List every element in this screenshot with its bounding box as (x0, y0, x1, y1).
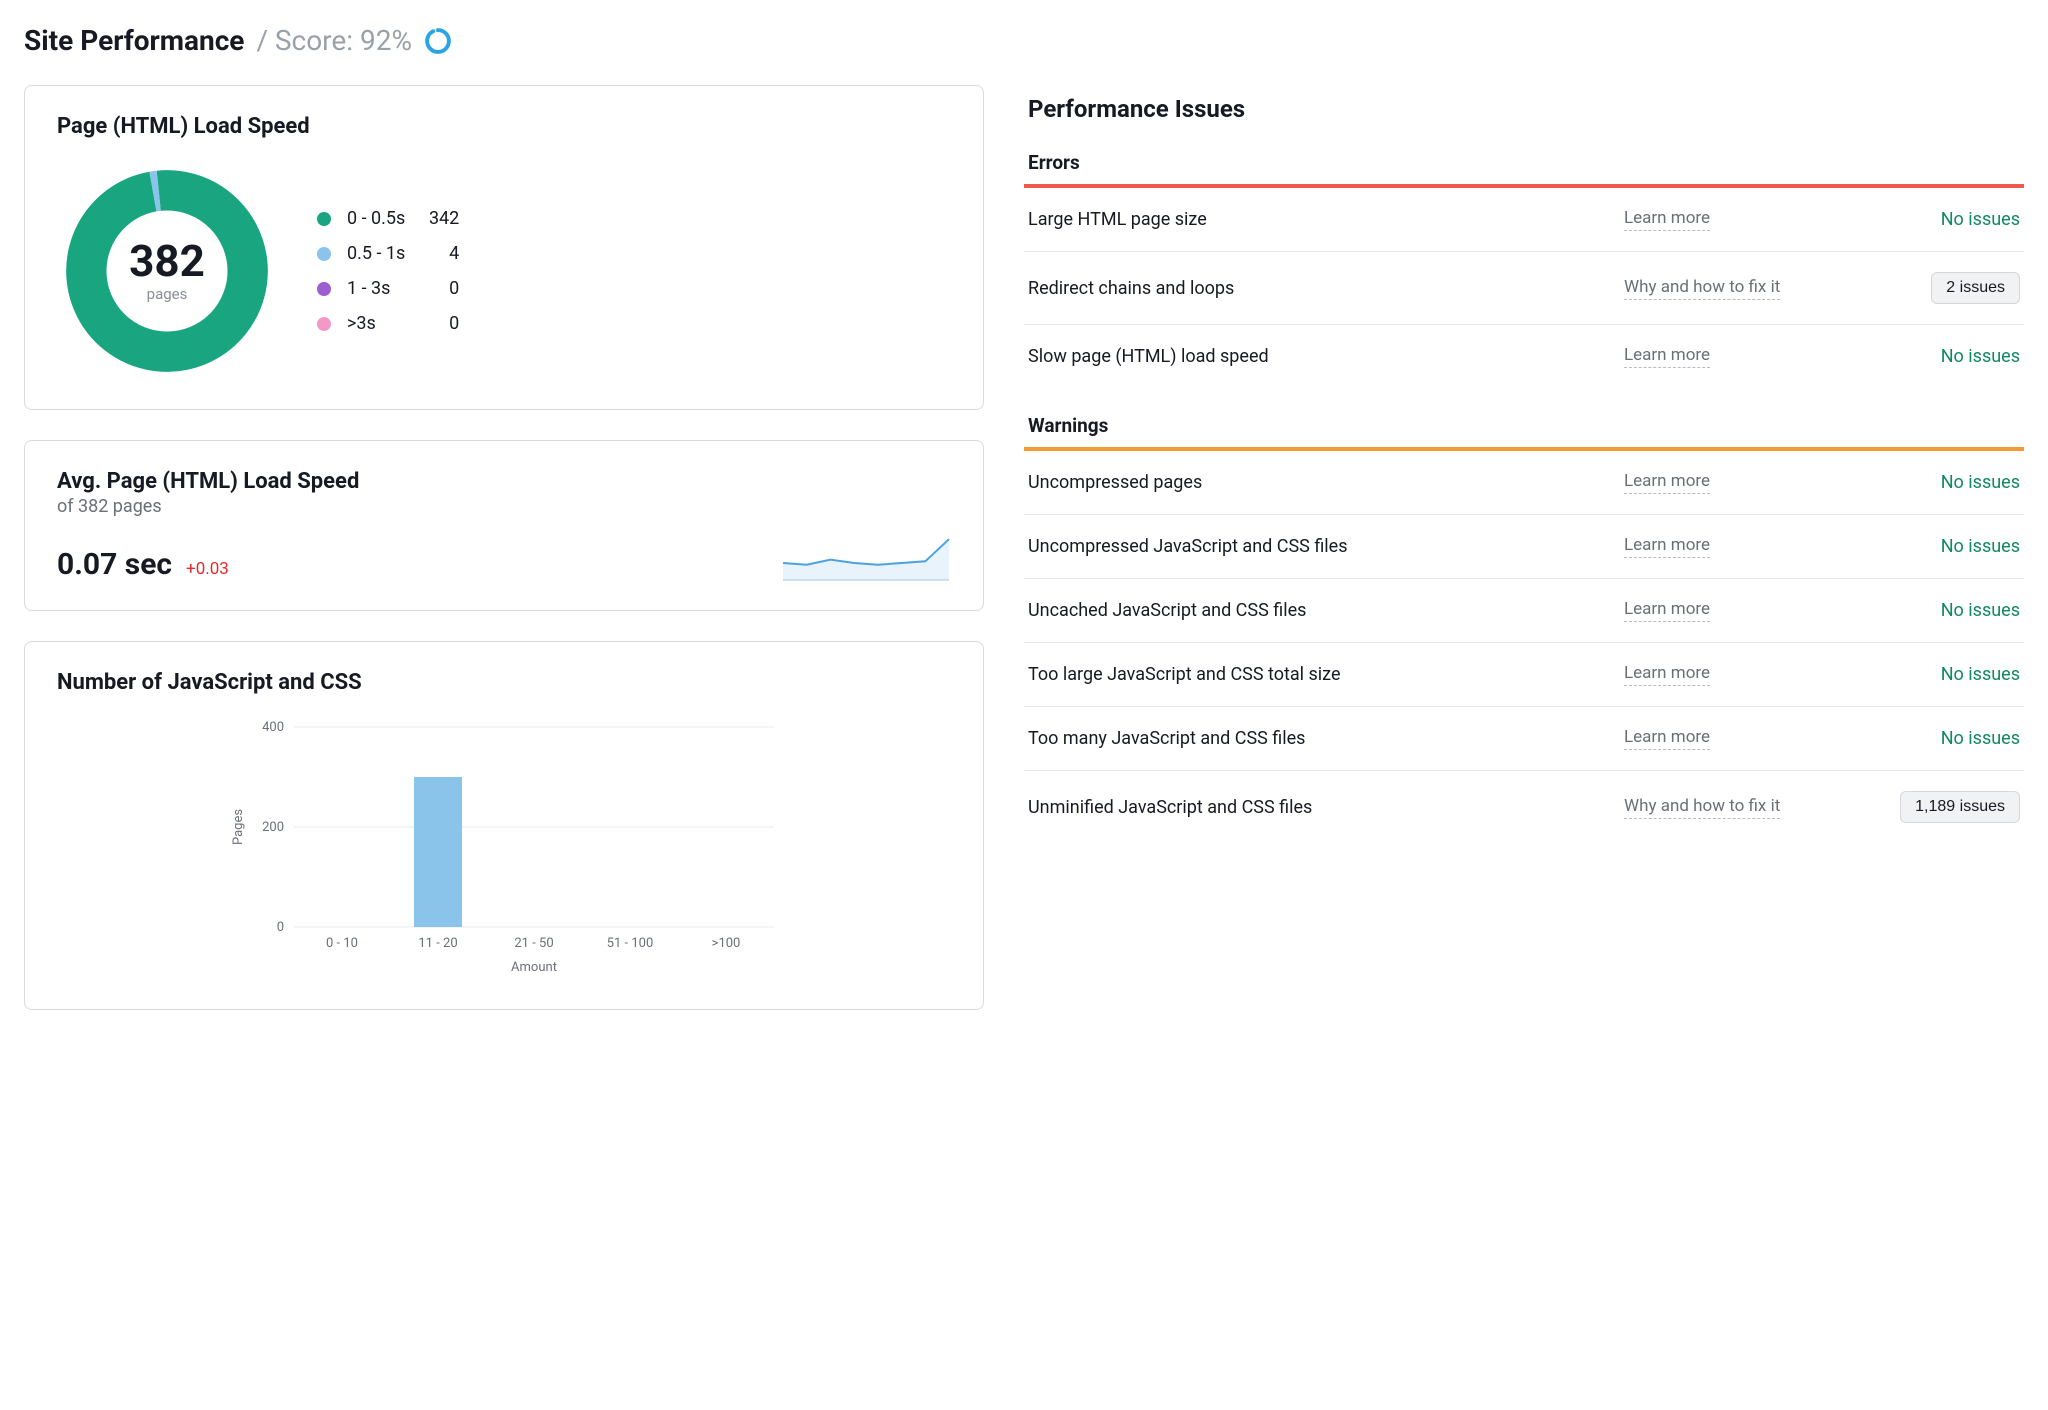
issue-status: No issues (1941, 600, 2020, 621)
issue-row: Uncompressed JavaScript and CSS files Lea… (1024, 515, 2024, 579)
legend-label: >3s (347, 313, 405, 334)
issue-learn-link[interactable]: Why and how to fix it (1624, 796, 1780, 819)
legend-dot (317, 212, 331, 226)
issue-learn-link[interactable]: Learn more (1624, 208, 1710, 231)
avg-value-wrap: 0.07 sec +0.03 (57, 547, 229, 582)
issues-section: Uncompressed pagesLearn moreNo issuesUnc… (1024, 447, 2024, 843)
issue-status: No issues (1941, 536, 2020, 557)
donut-total: 382 (129, 239, 205, 283)
avg-sparkline (781, 527, 951, 582)
svg-text:Amount: Amount (511, 960, 557, 975)
issue-status: No issues (1941, 209, 2020, 230)
issue-status: No issues (1941, 664, 2020, 685)
svg-text:>100: >100 (712, 936, 741, 951)
legend-value: 0 (419, 278, 459, 299)
svg-text:51 - 100: 51 - 100 (607, 936, 654, 951)
load-speed-legend: 0 - 0.5s 342 0.5 - 1s 4 1 - 3s 0 >3s 0 (317, 208, 459, 334)
issue-row: Too large JavaScript and CSS total size L… (1024, 643, 2024, 707)
legend-value: 4 (419, 243, 459, 264)
issue-name: Uncompressed JavaScript and CSS files (1028, 536, 1608, 557)
issues-title: Performance Issues (1028, 95, 2024, 123)
legend-dot (317, 317, 331, 331)
issue-status: 1,189 issues (1900, 791, 2020, 823)
page-title: Site Performance (24, 24, 244, 57)
issue-learn-link[interactable]: Learn more (1624, 535, 1710, 558)
svg-text:Pages: Pages (231, 809, 246, 845)
issue-name: Large HTML page size (1028, 209, 1608, 230)
issue-row: Too many JavaScript and CSS files Learn m… (1024, 707, 2024, 771)
issue-name: Redirect chains and loops (1028, 278, 1608, 299)
legend-label: 0.5 - 1s (347, 243, 405, 264)
card-jscss-title: Number of JavaScript and CSS (57, 670, 951, 695)
page-header: Site Performance / Score: 92% (24, 24, 2024, 57)
issue-status: 2 issues (1931, 272, 2020, 304)
issue-name: Unminified JavaScript and CSS files (1028, 797, 1608, 818)
score-value: 92% (360, 24, 412, 57)
card-load-speed: Page (HTML) Load Speed 382 pages 0 - 0.5… (24, 85, 984, 410)
card-avg-speed: Avg. Page (HTML) Load Speed of 382 pages… (24, 440, 984, 611)
legend-dot (317, 282, 331, 296)
issue-count-button[interactable]: 2 issues (1931, 272, 2020, 304)
issue-status: No issues (1941, 346, 2020, 367)
legend-dot (317, 247, 331, 261)
svg-text:0: 0 (277, 920, 284, 935)
jscss-barchart: 0 200 400 Pages 0 - 10 11 - 20 21 - 50 51 - 100… (57, 717, 951, 981)
issues-section-title: Warnings (1028, 414, 2024, 437)
score-text: / Score: 92% (256, 24, 412, 57)
svg-text:11 - 20: 11 - 20 (418, 936, 457, 951)
issue-row: Uncached JavaScript and CSS files Learn m… (1024, 579, 2024, 643)
issue-name: Slow page (HTML) load speed (1028, 346, 1608, 367)
issue-name: Too large JavaScript and CSS total size (1028, 664, 1608, 685)
issue-row: Uncompressed pages Learn more No issues (1024, 451, 2024, 515)
legend-label: 1 - 3s (347, 278, 405, 299)
issues-section: Large HTML page size Learn more No issues R… (1024, 184, 2024, 388)
issue-learn-link[interactable]: Learn more (1624, 345, 1710, 368)
issue-learn-link[interactable]: Learn more (1624, 471, 1710, 494)
card-avg-title: Avg. Page (HTML) Load Speed (57, 469, 951, 494)
legend-value: 0 (419, 313, 459, 334)
issue-row: Unminified JavaScript and CSS files Why a… (1024, 771, 2024, 843)
card-jscss: Number of JavaScript and CSS 0 200 400 Page… (24, 641, 984, 1010)
avg-delta: +0.03 (186, 559, 229, 579)
issues-section-title: Errors (1028, 151, 2024, 174)
donut-total-label: pages (147, 285, 188, 303)
card-load-speed-title: Page (HTML) Load Speed (57, 114, 951, 139)
svg-text:0 - 10: 0 - 10 (326, 936, 358, 951)
issue-row: Slow page (HTML) load speed Learn more No … (1024, 325, 2024, 388)
issue-learn-link[interactable]: Why and how to fix it (1624, 277, 1780, 300)
issue-name: Uncached JavaScript and CSS files (1028, 600, 1608, 621)
legend-value: 342 (419, 208, 459, 229)
score-donut-icon (424, 27, 452, 55)
issue-count-button[interactable]: 1,189 issues (1900, 791, 2020, 823)
issue-row: Redirect chains and loops Why and how to … (1024, 252, 2024, 325)
legend-label: 0 - 0.5s (347, 208, 405, 229)
avg-subtitle: of 382 pages (57, 496, 951, 517)
issue-name: Uncompressed pages (1028, 472, 1608, 493)
load-speed-donut: 382 pages (57, 161, 277, 381)
svg-text:21 - 50: 21 - 50 (514, 936, 553, 951)
avg-value: 0.07 sec (57, 547, 172, 582)
issue-learn-link[interactable]: Learn more (1624, 663, 1710, 686)
svg-text:200: 200 (262, 820, 284, 835)
issue-learn-link[interactable]: Learn more (1624, 599, 1710, 622)
issue-learn-link[interactable]: Learn more (1624, 727, 1710, 750)
issue-status: No issues (1941, 472, 2020, 493)
issue-status: No issues (1941, 728, 2020, 749)
svg-text:400: 400 (262, 720, 284, 735)
score-prefix: / Score: (256, 24, 360, 57)
issue-row: Large HTML page size Learn more No issues (1024, 188, 2024, 252)
issue-name: Too many JavaScript and CSS files (1028, 728, 1608, 749)
